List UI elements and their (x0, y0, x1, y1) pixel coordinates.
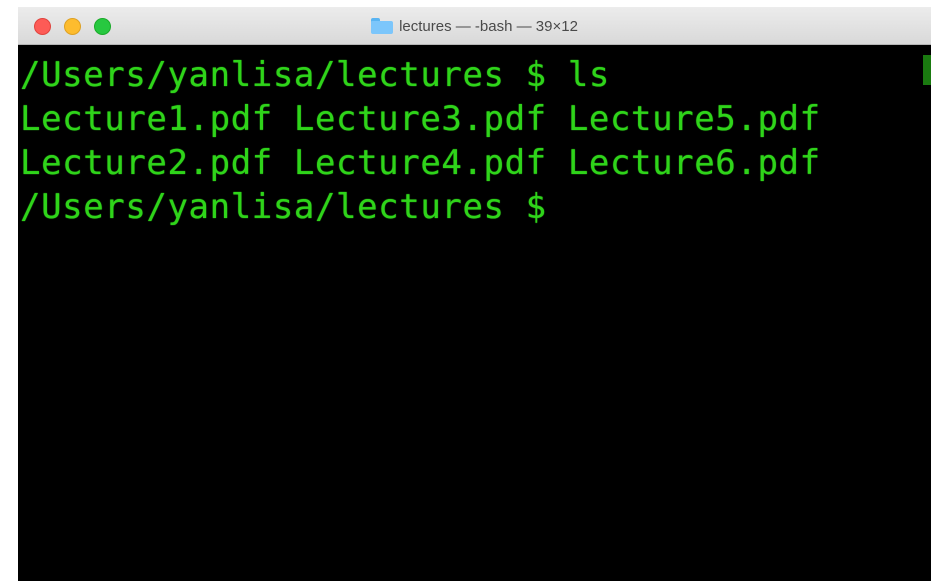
terminal-content[interactable]: /Users/yanlisa/lectures $ ls Lecture1.pd… (18, 45, 931, 581)
window-title-group: lectures — -bash — 39×12 (18, 7, 931, 45)
window-title: lectures — -bash — 39×12 (399, 17, 578, 35)
terminal-window[interactable]: lectures — -bash — 39×12 /Users/yanlisa/… (18, 7, 931, 581)
title-bar[interactable]: lectures — -bash — 39×12 (18, 7, 931, 45)
folder-icon (371, 18, 394, 34)
terminal-line-prompt-ls: /Users/yanlisa/lectures $ ls (20, 55, 610, 95)
terminal-line-output-2: Lecture2.pdf Lecture4.pdf Lecture6.pdf (20, 143, 821, 183)
terminal-line-prompt: /Users/yanlisa/lectures $ (20, 187, 547, 227)
cursor-icon (923, 55, 931, 85)
terminal-line-output-1: Lecture1.pdf Lecture3.pdf Lecture5.pdf (20, 99, 821, 139)
